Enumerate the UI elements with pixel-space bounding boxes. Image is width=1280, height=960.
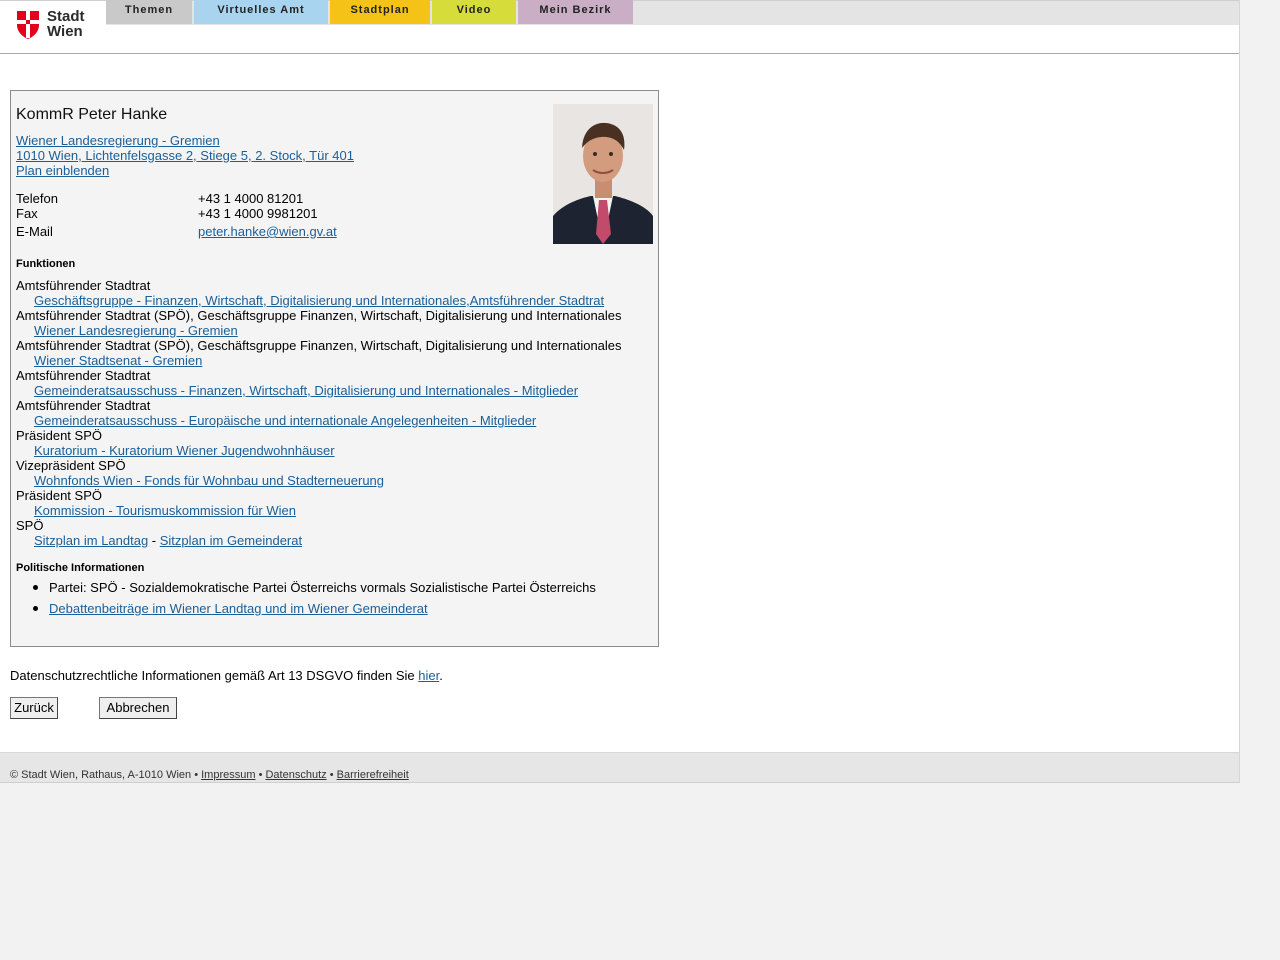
stadt-wien-logo[interactable]: Stadt Wien bbox=[16, 8, 90, 42]
function-item: Geschäftsgruppe - Finanzen, Wirtschaft, … bbox=[16, 293, 656, 308]
fax-value: +43 1 4000 9981201 bbox=[198, 206, 318, 221]
function-link[interactable]: Kuratorium - Kuratorium Wiener Jugendwoh… bbox=[34, 443, 335, 458]
list-item: Debattenbeiträge im Wiener Landtag und i… bbox=[16, 601, 596, 622]
function-item: Gemeinderatsausschuss - Finanzen, Wirtsc… bbox=[16, 383, 656, 398]
function-link[interactable]: Gemeinderatsausschuss - Finanzen, Wirtsc… bbox=[34, 383, 578, 398]
phone-label: Telefon bbox=[16, 191, 58, 206]
function-item: Wiener Landesregierung - Gremien bbox=[16, 323, 656, 338]
email-link[interactable]: peter.hanke@wien.gv.at bbox=[198, 224, 337, 239]
privacy-link[interactable]: hier bbox=[418, 668, 439, 683]
tab-mein-bezirk[interactable]: Mein Bezirk bbox=[518, 0, 633, 24]
function-role: SPÖ bbox=[16, 518, 44, 533]
portrait-image bbox=[553, 104, 653, 244]
tab-virtuelles-amt[interactable]: Virtuelles Amt bbox=[194, 0, 328, 24]
copyright-text: © Stadt Wien, Rathaus, A-1010 Wien • bbox=[10, 769, 202, 781]
seating-plan-gemeinderat-link[interactable]: Sitzplan im Gemeinderat bbox=[160, 533, 302, 548]
bullet-icon bbox=[33, 606, 38, 611]
function-link[interactable]: Geschäftsgruppe - Finanzen, Wirtschaft, … bbox=[34, 293, 604, 308]
function-role: Präsident SPÖ bbox=[16, 428, 102, 443]
function-role: Amtsführender Stadtrat (SPÖ), Geschäftsg… bbox=[16, 338, 622, 353]
function-role: Amtsführender Stadtrat bbox=[16, 368, 151, 383]
function-link[interactable]: Wiener Stadtsenat - Gremien bbox=[34, 353, 202, 368]
footer-text: © Stadt Wien, Rathaus, A-1010 Wien • Imp… bbox=[10, 769, 409, 781]
function-item: Sitzplan im Landtag - Sitzplan im Gemein… bbox=[16, 533, 656, 548]
barrierefreiheit-link[interactable]: Barrierefreiheit bbox=[337, 769, 409, 781]
tab-themen[interactable]: Themen bbox=[106, 0, 192, 24]
person-photo bbox=[553, 104, 653, 244]
datenschutz-link[interactable]: Datenschutz bbox=[265, 769, 326, 781]
tab-stadtplan[interactable]: Stadtplan bbox=[330, 0, 430, 24]
function-role: Amtsführender Stadtrat (SPÖ), Geschäftsg… bbox=[16, 308, 622, 323]
function-role: Amtsführender Stadtrat bbox=[16, 278, 151, 293]
phone-value: +43 1 4000 81201 bbox=[198, 191, 304, 206]
political-info-heading: Politische Informationen bbox=[16, 562, 145, 574]
person-card: KommR Peter Hanke Wiener Landesregierung… bbox=[10, 90, 659, 647]
party-text: Partei: SPÖ - Sozialdemokratische Partei… bbox=[49, 580, 596, 595]
function-item: Wiener Stadtsenat - Gremien bbox=[16, 353, 656, 368]
logo-line-1: Stadt bbox=[47, 8, 85, 25]
link-separator: - bbox=[148, 533, 160, 548]
privacy-notice: Datenschutzrechtliche Informationen gemä… bbox=[10, 668, 443, 683]
function-link[interactable]: Gemeinderatsausschuss - Europäische und … bbox=[34, 413, 536, 428]
seating-plan-landtag-link[interactable]: Sitzplan im Landtag bbox=[34, 533, 148, 548]
page: Stadt Wien Themen Virtuelles Amt Stadtpl… bbox=[0, 0, 1240, 783]
bullet-icon bbox=[33, 585, 38, 590]
back-button[interactable]: Zurück bbox=[10, 697, 58, 719]
cancel-button[interactable]: Abbrechen bbox=[99, 697, 177, 719]
function-item: Kuratorium - Kuratorium Wiener Jugendwoh… bbox=[16, 443, 656, 458]
function-item: Wohnfonds Wien - Fonds für Wohnbau und S… bbox=[16, 473, 656, 488]
vienna-shield-icon bbox=[17, 11, 39, 39]
function-item: Gemeinderatsausschuss - Europäische und … bbox=[16, 413, 656, 428]
function-link[interactable]: Wohnfonds Wien - Fonds für Wohnbau und S… bbox=[34, 473, 384, 488]
fax-label: Fax bbox=[16, 206, 38, 221]
privacy-text: Datenschutzrechtliche Informationen gemä… bbox=[10, 668, 419, 683]
address-link[interactable]: 1010 Wien, Lichtenfelsgasse 2, Stiege 5,… bbox=[16, 148, 354, 163]
function-role: Präsident SPÖ bbox=[16, 488, 102, 503]
functions-heading: Funktionen bbox=[16, 258, 76, 270]
function-link[interactable]: Kommission - Tourismuskommission für Wie… bbox=[34, 503, 296, 518]
political-info-list: Partei: SPÖ - Sozialdemokratische Partei… bbox=[16, 580, 596, 622]
address-block: Wiener Landesregierung - Gremien 1010 Wi… bbox=[16, 133, 354, 178]
debate-contributions-link[interactable]: Debattenbeiträge im Wiener Landtag und i… bbox=[49, 601, 428, 616]
logo-wordmark: Stadt Wien bbox=[47, 9, 85, 39]
tab-video[interactable]: Video bbox=[432, 0, 516, 24]
person-name: KommR Peter Hanke bbox=[16, 106, 168, 123]
footer-separator: • bbox=[255, 769, 266, 781]
email-label: E-Mail bbox=[16, 224, 53, 239]
functions-list: Amtsführender Stadtrat Geschäftsgruppe -… bbox=[16, 278, 656, 548]
list-item: Partei: SPÖ - Sozialdemokratische Partei… bbox=[16, 580, 596, 601]
show-map-link[interactable]: Plan einblenden bbox=[16, 163, 354, 178]
site-footer: © Stadt Wien, Rathaus, A-1010 Wien • Imp… bbox=[0, 752, 1239, 783]
privacy-end: . bbox=[439, 668, 443, 683]
function-item: Kommission - Tourismuskommission für Wie… bbox=[16, 503, 656, 518]
footer-separator: • bbox=[326, 769, 337, 781]
function-role: Amtsführender Stadtrat bbox=[16, 398, 151, 413]
org-link[interactable]: Wiener Landesregierung - Gremien bbox=[16, 133, 354, 148]
site-header: Stadt Wien Themen Virtuelles Amt Stadtpl… bbox=[0, 0, 1239, 54]
logo-line-2: Wien bbox=[47, 23, 83, 40]
impressum-link[interactable]: Impressum bbox=[201, 769, 255, 781]
function-role: Vizepräsident SPÖ bbox=[16, 458, 126, 473]
function-link[interactable]: Wiener Landesregierung - Gremien bbox=[34, 323, 238, 338]
